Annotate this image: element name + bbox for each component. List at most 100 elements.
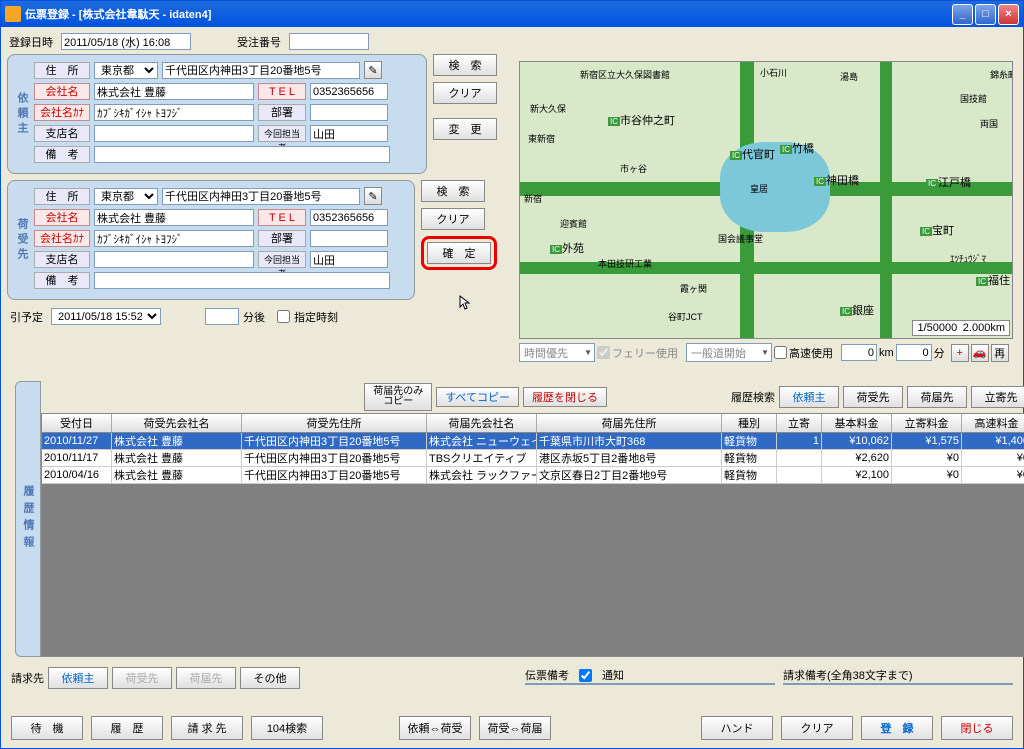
search104-button[interactable]: 104検索: [251, 716, 323, 740]
map-label: 新宿区立大久保図書館: [580, 68, 670, 81]
rcv-search-button[interactable]: 検 索: [421, 180, 485, 202]
swap1-button[interactable]: 依頼⇔荷受: [399, 716, 471, 740]
pickup-dt-select[interactable]: 2011/05/18 15:52: [51, 308, 161, 325]
copy-deliver-button[interactable]: 荷届先のみ コピー: [364, 383, 432, 411]
map-vehicle-icon[interactable]: 🚗: [971, 344, 989, 362]
pickup-min-field[interactable]: [205, 308, 239, 325]
req-branch-field[interactable]: [94, 125, 254, 142]
table-row[interactable]: 2010/04/16株式会社 豊藤千代田区内神田3丁目20番地5号株式会社 ラッ…: [42, 467, 1024, 484]
hand-button[interactable]: ハンド: [701, 716, 773, 740]
rcv-clear-button[interactable]: クリア: [421, 208, 485, 230]
wait-button[interactable]: 待 機: [11, 716, 83, 740]
req-pic-field[interactable]: [310, 125, 388, 142]
table-row[interactable]: 2010/11/17株式会社 豊藤千代田区内神田3丁目20番地5号TBSクリエイ…: [42, 450, 1024, 467]
table-row[interactable]: 2010/11/27株式会社 豊藤千代田区内神田3丁目20番地5号株式会社 ニュ…: [42, 433, 1024, 450]
confirm-highlight: 確 定: [421, 236, 497, 270]
col-hwy-fee[interactable]: 高速料金: [962, 414, 1024, 432]
min-unit: 分: [934, 345, 945, 361]
rcv-confirm-button[interactable]: 確 定: [427, 242, 491, 264]
close-history-button[interactable]: 履歴を閉じる: [523, 387, 607, 407]
reg-dt-field[interactable]: [61, 33, 191, 50]
history-search-label: 履歴検索: [731, 389, 775, 405]
footer-close-button[interactable]: 閉じる: [941, 716, 1013, 740]
map-view[interactable]: 新宿区立大久保図書館 新大久保 東新宿 新宿 国技館 両国 IC市谷仲之町 市ヶ…: [519, 61, 1013, 339]
req-addr-field[interactable]: [162, 62, 360, 79]
col-type[interactable]: 種別: [722, 414, 777, 432]
close-button[interactable]: ×: [998, 4, 1019, 25]
bill-requester-button[interactable]: 依頼主: [48, 667, 108, 689]
ferry-checkbox: [597, 346, 610, 359]
filter-stop[interactable]: 立寄先: [971, 386, 1024, 408]
req-clear-button[interactable]: クリア: [433, 82, 497, 104]
rcv-pref-select[interactable]: 東京都: [94, 188, 158, 205]
notify-label: 通知: [602, 667, 624, 683]
history-table: 受付日 荷受先会社名 荷受先住所 荷届先会社名 荷届先住所 種別 立寄 基本料金…: [41, 413, 1024, 657]
col-dlv-addr[interactable]: 荷届先住所: [537, 414, 722, 432]
map-label: 錦糸町: [990, 68, 1012, 81]
billto-button[interactable]: 請 求 先: [171, 716, 243, 740]
road-start-select[interactable]: 一般道開始: [686, 343, 772, 362]
notify-checkbox[interactable]: [579, 669, 592, 682]
pickup-spec-checkbox[interactable]: [277, 310, 290, 323]
rcv-branch-field[interactable]: [94, 251, 254, 268]
col-dlv-comp[interactable]: 荷届先会社名: [427, 414, 537, 432]
rcv-remark-field[interactable]: [94, 272, 390, 289]
map-label: 谷町JCT: [668, 310, 703, 323]
filter-receiver[interactable]: 荷受先: [843, 386, 903, 408]
req-change-button[interactable]: 変 更: [433, 118, 497, 140]
col-date[interactable]: 受付日: [42, 414, 112, 432]
maximize-button[interactable]: □: [975, 4, 996, 25]
memo-textarea[interactable]: [525, 683, 775, 685]
req-remark-field[interactable]: [94, 146, 390, 163]
rcv-tel-field[interactable]: [310, 209, 388, 226]
map-label: ｴﾂﾁｭｳｼﾞﾏ: [950, 252, 986, 265]
footer-clear-button[interactable]: クリア: [781, 716, 853, 740]
bill-deliver-button[interactable]: 荷届先: [176, 667, 236, 689]
req-search-button[interactable]: 検 索: [433, 54, 497, 76]
rcv-comp-field[interactable]: [94, 209, 254, 226]
req-kana-field[interactable]: [94, 104, 254, 121]
filter-deliver[interactable]: 荷届先: [907, 386, 967, 408]
req-tel-field[interactable]: [310, 83, 388, 100]
order-no-field[interactable]: [289, 33, 369, 50]
titlebar: 伝票登録 - [株式会社韋駄天 - idaten4] _ □ ×: [1, 1, 1023, 27]
col-cnt[interactable]: 立寄: [777, 414, 822, 432]
swap2-button[interactable]: 荷受⇔荷届: [479, 716, 551, 740]
rcv-dept-field[interactable]: [310, 230, 388, 247]
rcv-tel-label: T E L: [258, 209, 306, 226]
history-button[interactable]: 履 歴: [91, 716, 163, 740]
map-recalc-icon[interactable]: 再: [991, 344, 1009, 362]
map-label: 新宿: [524, 192, 542, 205]
route-priority-select[interactable]: 時間優先: [519, 343, 595, 362]
map-label: 市谷仲之町: [620, 115, 675, 127]
rcv-kana-field[interactable]: [94, 230, 254, 247]
minimize-button[interactable]: _: [952, 4, 973, 25]
filter-requester[interactable]: 依頼主: [779, 386, 839, 408]
map-label: 国技館: [960, 92, 987, 105]
km-field[interactable]: [841, 344, 877, 361]
highway-checkbox[interactable]: [774, 346, 787, 359]
rcv-pic-field[interactable]: [310, 251, 388, 268]
min-field[interactable]: [896, 344, 932, 361]
reg-dt-label: 登録日時: [7, 34, 57, 50]
col-stop-fee[interactable]: 立寄料金: [892, 414, 962, 432]
req-pref-select[interactable]: 東京都: [94, 62, 158, 79]
register-button[interactable]: 登 録: [861, 716, 933, 740]
req-addr-edit-icon[interactable]: ✎: [364, 61, 382, 79]
rcv-addr-field[interactable]: [162, 188, 360, 205]
bill-receiver-button[interactable]: 荷受先: [112, 667, 172, 689]
col-rcv-comp[interactable]: 荷受先会社名: [112, 414, 242, 432]
req-comp-field[interactable]: [94, 83, 254, 100]
km-unit: km: [879, 347, 894, 359]
map-add-icon[interactable]: +: [951, 344, 969, 362]
bill-other-button[interactable]: その他: [240, 667, 300, 689]
rcv-addr-edit-icon[interactable]: ✎: [364, 187, 382, 205]
bill-memo-textarea[interactable]: [783, 683, 1013, 685]
req-comp-label: 会社名: [34, 83, 90, 100]
history-section-label: 履歴情報: [15, 381, 41, 657]
copy-all-button[interactable]: すべてコピー: [436, 387, 519, 407]
req-dept-field[interactable]: [310, 104, 388, 121]
req-remark-label: 備 考: [34, 146, 90, 163]
col-rcv-addr[interactable]: 荷受先住所: [242, 414, 427, 432]
col-base[interactable]: 基本料金: [822, 414, 892, 432]
